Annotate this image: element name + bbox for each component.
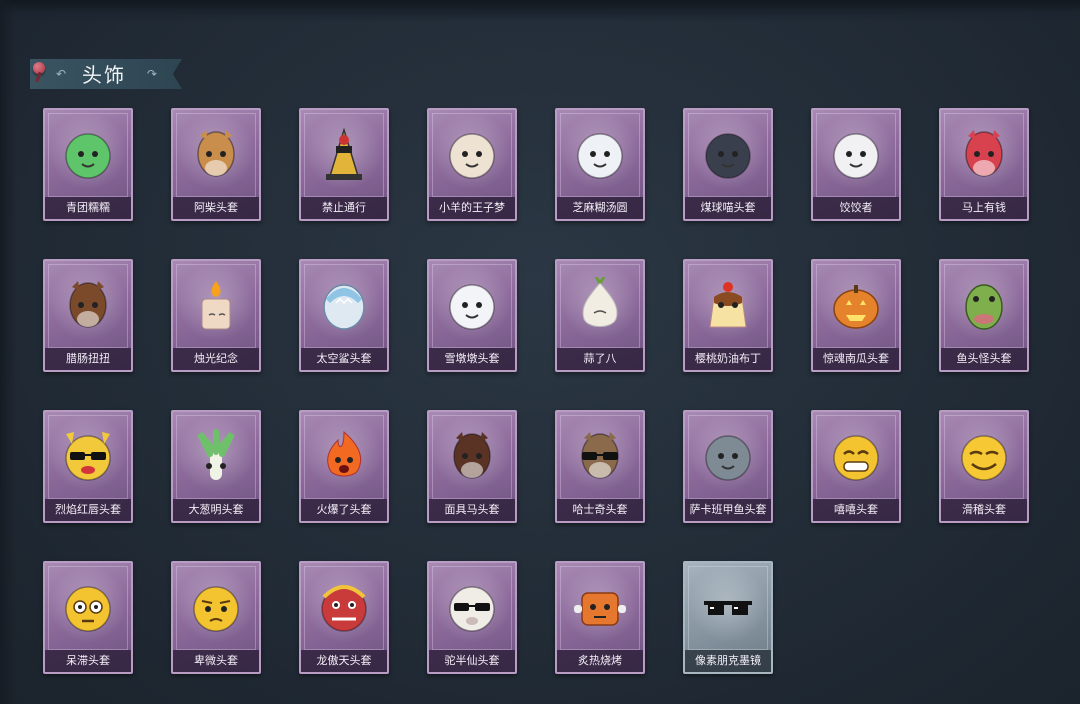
item-label: 雪墩墩头套: [429, 348, 515, 370]
shiba-dog-icon: [188, 126, 244, 182]
item-label: 哈士奇头套: [557, 499, 643, 521]
item-label: 腊肠扭扭: [45, 348, 131, 370]
item-label: 樱桃奶油布丁: [685, 348, 771, 370]
item-label: 芝麻糊汤圆: [557, 197, 643, 219]
lion-dance-icon: [316, 579, 372, 635]
pikachu-sunglasses-icon: [60, 428, 116, 484]
headwear-item-card[interactable]: 萨卡班甲鱼头套: [683, 410, 773, 523]
item-label: 煤球喵头套: [685, 197, 771, 219]
black-cat-icon: [700, 126, 756, 182]
sacabambaspis-icon: [700, 428, 756, 484]
headwear-item-card[interactable]: 烛光纪念: [171, 259, 261, 372]
item-label: 呆滞头套: [45, 650, 131, 672]
headwear-item-card[interactable]: 面具马头套: [427, 410, 517, 523]
headwear-item-card[interactable]: 鱼头怪头套: [939, 259, 1029, 372]
pumpkin-icon: [828, 277, 884, 333]
garlic-icon: [572, 276, 628, 333]
green-dumpling-icon: [60, 126, 116, 182]
headwear-item-card[interactable]: 芝麻糊汤圆: [555, 108, 645, 221]
item-label: 滑稽头套: [941, 499, 1027, 521]
candle-icon: [188, 277, 244, 333]
headwear-item-card[interactable]: 禁止通行: [299, 108, 389, 221]
dumpling-icon: [828, 126, 884, 182]
headwear-item-card[interactable]: 嘻嘻头套: [811, 410, 901, 523]
husky-sunglasses-icon: [572, 428, 628, 484]
headwear-item-card[interactable]: 驼半仙头套: [427, 561, 517, 674]
item-label: 面具马头套: [429, 499, 515, 521]
headwear-item-card[interactable]: 惊魂南瓜头套: [811, 259, 901, 372]
snowman-icon: [444, 277, 500, 333]
item-label: 太空鲨头套: [301, 348, 387, 370]
alpaca-sunglasses-icon: [444, 579, 500, 635]
headwear-item-card[interactable]: 太空鲨头套: [299, 259, 389, 372]
section-title: 头饰: [82, 63, 126, 87]
item-label: 阿柴头套: [173, 197, 259, 219]
item-label: 马上有钱: [941, 197, 1027, 219]
headwear-item-card[interactable]: 像素朋克墨镜: [683, 561, 773, 674]
rice-ball-icon: [572, 126, 628, 182]
grin-emoji-icon: [828, 428, 884, 484]
item-label: 嘻嘻头套: [813, 499, 899, 521]
item-label: 禁止通行: [301, 197, 387, 219]
headwear-item-card[interactable]: 马上有钱: [939, 108, 1029, 221]
red-horse-icon: [956, 126, 1012, 182]
scallion-icon: [188, 428, 244, 484]
sheep-crown-icon: [444, 126, 500, 182]
headwear-item-card[interactable]: 煤球喵头套: [683, 108, 773, 221]
item-label: 像素朋克墨镜: [685, 650, 771, 672]
swirl-left-icon: ↶: [56, 67, 67, 81]
item-label: 青团糯糯: [45, 197, 131, 219]
fish-head-icon: [956, 277, 1012, 333]
headwear-item-card[interactable]: 卑微头套: [171, 561, 261, 674]
shark-icon: [316, 277, 372, 333]
item-label: 饺饺者: [813, 197, 899, 219]
headwear-item-card[interactable]: 烈焰红唇头套: [43, 410, 133, 523]
headwear-item-card[interactable]: 龙傲天头套: [299, 561, 389, 674]
headwear-item-card[interactable]: 滑稽头套: [939, 410, 1029, 523]
item-label: 龙傲天头套: [301, 650, 387, 672]
item-label: 鱼头怪头套: [941, 348, 1027, 370]
bbq-meat-icon: [572, 579, 628, 635]
headwear-item-card[interactable]: 小羊的王子梦: [427, 108, 517, 221]
dachshund-icon: [60, 277, 116, 333]
traffic-cone-icon: [316, 126, 372, 182]
item-label: 驼半仙头套: [429, 650, 515, 672]
item-label: 卑微头套: [173, 650, 259, 672]
item-label: 炙热烧烤: [557, 650, 643, 672]
headwear-item-card[interactable]: 炙热烧烤: [555, 561, 645, 674]
headwear-item-card[interactable]: 阿柴头套: [171, 108, 261, 221]
item-label: 大葱明头套: [173, 499, 259, 521]
pixel-sunglasses-icon: [700, 579, 756, 635]
smirk-emoji-icon: [956, 428, 1012, 484]
left-border: [0, 0, 16, 704]
swirl-right-icon: ↷: [147, 67, 158, 81]
headwear-item-card[interactable]: 雪墩墩头套: [427, 259, 517, 372]
headwear-item-card[interactable]: 火爆了头套: [299, 410, 389, 523]
item-label: 烛光纪念: [173, 348, 259, 370]
item-label: 火爆了头套: [301, 499, 387, 521]
headwear-item-card[interactable]: 青团糯糯: [43, 108, 133, 221]
item-label: 烈焰红唇头套: [45, 499, 131, 521]
headwear-item-card[interactable]: 哈士奇头套: [555, 410, 645, 523]
horse-mask-icon: [444, 428, 500, 484]
item-label: 萨卡班甲鱼头套: [685, 499, 771, 521]
item-label: 蒜了八: [557, 348, 643, 370]
fire-icon: [316, 428, 372, 484]
dazed-emoji-icon: [60, 579, 116, 635]
item-label: 惊魂南瓜头套: [813, 348, 899, 370]
headwear-item-card[interactable]: 大葱明头套: [171, 410, 261, 523]
headwear-item-card[interactable]: 樱桃奶油布丁: [683, 259, 773, 372]
top-border: [0, 0, 1080, 22]
headwear-item-card[interactable]: 腊肠扭扭: [43, 259, 133, 372]
item-grid: 青团糯糯 阿柴头套 禁止通行 小羊的王子梦 芝麻糊汤圆 煤球喵头套 饺饺者 马上有钱腊肠扭扭 烛…: [43, 108, 1029, 674]
headwear-item-card[interactable]: 呆滞头套: [43, 561, 133, 674]
pudding-icon: [700, 277, 756, 333]
item-label: 小羊的王子梦: [429, 197, 515, 219]
headwear-item-card[interactable]: 蒜了八: [555, 259, 645, 372]
humble-emoji-icon: [188, 579, 244, 635]
headwear-item-card[interactable]: 饺饺者: [811, 108, 901, 221]
